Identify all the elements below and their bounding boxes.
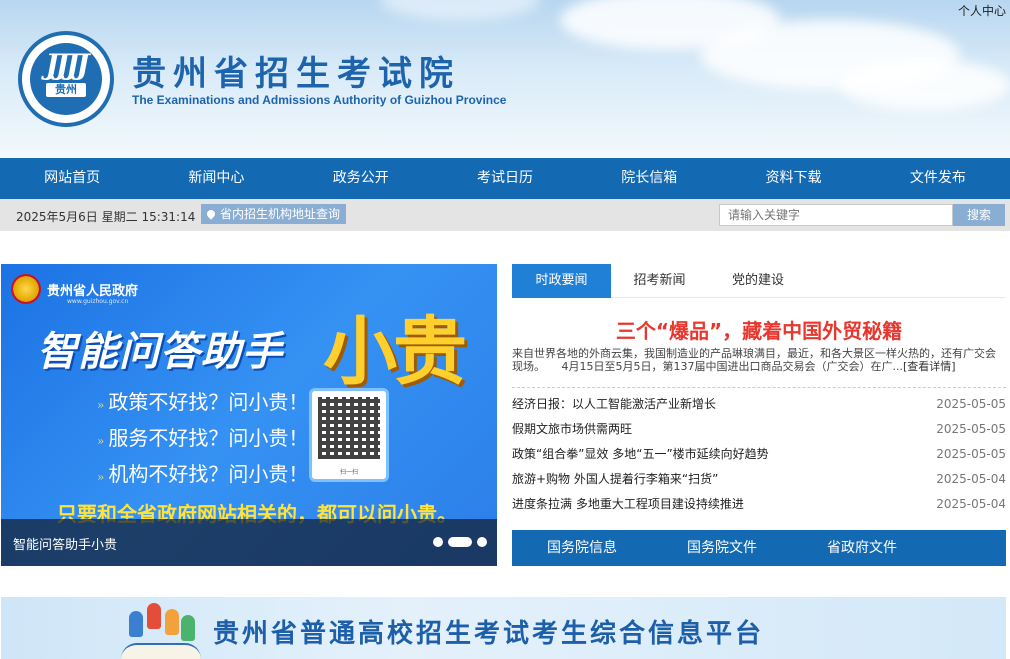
current-datetime: 2025年5月6日 星期二 15:31:14 bbox=[16, 210, 196, 224]
double-arrow-icon: » bbox=[97, 470, 105, 484]
open-book-icon bbox=[121, 643, 201, 659]
news-item-title[interactable]: 旅游+购物 外国人提着行李箱来“扫货” bbox=[512, 467, 718, 492]
news-item-title[interactable]: 经济日报：以人工智能激活产业新增长 bbox=[512, 392, 716, 417]
logo-emblem: JJJJ 贵州 bbox=[30, 43, 102, 115]
logo-mark-icon: JJJJ bbox=[45, 48, 90, 81]
news-item-date: 2025-05-04 bbox=[936, 497, 1006, 511]
cloud-decoration bbox=[380, 0, 540, 20]
carousel-dot-active[interactable] bbox=[448, 537, 472, 547]
info-bar: 2025年5月6日 星期二 15:31:14 省内招生机构地址查询 搜索 bbox=[0, 199, 1010, 231]
locate-label: 省内招生机构地址查询 bbox=[220, 207, 341, 221]
tab-admission-news[interactable]: 招考新闻 bbox=[611, 264, 708, 298]
site-title: 贵州省招生考试院 bbox=[132, 54, 460, 94]
site-subtitle: The Examinations and Admissions Authorit… bbox=[132, 93, 507, 107]
nav-item-director-mailbox[interactable]: 院长信箱 bbox=[577, 158, 721, 199]
state-council-info-link[interactable]: 国务院信息 bbox=[512, 530, 652, 566]
students-illustration-icon bbox=[121, 601, 201, 659]
read-more-link[interactable]: [查看详情] bbox=[903, 360, 956, 373]
news-tabs: 时政要闻 招考新闻 党的建设 bbox=[512, 264, 1006, 298]
qr-code-card: 扫一扫 bbox=[309, 388, 389, 482]
nav-item-exam-calendar[interactable]: 考试日历 bbox=[433, 158, 577, 199]
provincial-gov-docs-link[interactable]: 省政府文件 bbox=[792, 530, 932, 566]
search-input[interactable] bbox=[719, 204, 953, 226]
banner-line: » 政策不好找？问小贵！ bbox=[97, 386, 308, 415]
student-figure-icon bbox=[129, 611, 143, 637]
search-button[interactable]: 搜索 bbox=[953, 204, 1005, 226]
national-emblem-icon bbox=[11, 274, 41, 304]
banner-carousel[interactable]: 贵州省人民政府 www.guizhou.gov.cn 智能问答助手 小贵 » 政策… bbox=[1, 264, 497, 566]
news-list: 经济日报：以人工智能激活产业新增长 2025-05-05 假期文旅市场供需两旺 … bbox=[512, 392, 1006, 517]
nav-item-home[interactable]: 网站首页 bbox=[0, 158, 144, 199]
carousel-dots bbox=[433, 537, 487, 547]
news-headline[interactable]: 三个“爆品”，藏着中国外贸秘籍 bbox=[512, 315, 1006, 344]
cloud-decoration bbox=[840, 60, 1010, 110]
carousel-dot[interactable] bbox=[477, 537, 487, 547]
news-item-date: 2025-05-05 bbox=[936, 447, 1006, 461]
state-council-docs-link[interactable]: 国务院文件 bbox=[652, 530, 792, 566]
double-arrow-icon: » bbox=[97, 434, 105, 448]
nav-item-gov-affairs[interactable]: 政务公开 bbox=[289, 158, 433, 199]
news-item-title[interactable]: 假期文旅市场供需两旺 bbox=[512, 417, 632, 442]
carousel-dot[interactable] bbox=[433, 537, 443, 547]
quick-links-bar: 国务院信息 国务院文件 省政府文件 bbox=[512, 530, 1006, 566]
news-panel: 时政要闻 招考新闻 党的建设 三个“爆品”，藏着中国外贸秘籍 来自世界各地的外商… bbox=[512, 264, 1006, 566]
logo-text: 贵州 bbox=[46, 83, 86, 97]
list-item: 进度条拉满 多地重大工程项目建设持续推进 2025-05-04 bbox=[512, 492, 1006, 517]
student-figure-icon bbox=[181, 615, 195, 641]
platform-title: 贵州省普通高校招生考试考生综合信息平台 bbox=[213, 619, 765, 649]
candidate-platform-banner[interactable]: 贵州省普通高校招生考试考生综合信息平台 bbox=[1, 597, 1006, 659]
banner-caption-bar: 智能问答助手小贵 bbox=[1, 519, 497, 566]
double-arrow-icon: » bbox=[97, 398, 105, 412]
tab-party-building[interactable]: 党的建设 bbox=[708, 264, 808, 298]
list-item: 假期文旅市场供需两旺 2025-05-05 bbox=[512, 417, 1006, 442]
gov-url: www.guizhou.gov.cn bbox=[67, 298, 129, 305]
list-item: 经济日报：以人工智能激活产业新增长 2025-05-05 bbox=[512, 392, 1006, 417]
qr-code-icon bbox=[318, 397, 380, 459]
banner-caption[interactable]: 智能问答助手小贵 bbox=[13, 534, 117, 553]
user-center-link[interactable]: 个人中心 bbox=[958, 2, 1006, 19]
news-item-title[interactable]: 政策“组合拳”显效 多地“五一”楼市延续向好趋势 bbox=[512, 442, 769, 467]
banner-line: » 机构不好找？问小贵！ bbox=[97, 458, 308, 487]
banner-title: 智能问答助手 bbox=[37, 329, 283, 375]
news-item-title[interactable]: 进度条拉满 多地重大工程项目建设持续推进 bbox=[512, 492, 744, 517]
nav-item-documents[interactable]: 文件发布 bbox=[866, 158, 1010, 199]
student-figure-icon bbox=[147, 603, 161, 629]
news-summary: 来自世界各地的外商云集，我国制造业的产品琳琅满目，最近，和各大景区一样火热的，还… bbox=[512, 347, 1006, 373]
site-logo[interactable]: JJJJ 贵州 bbox=[18, 31, 114, 127]
banner-line: » 服务不好找？问小贵！ bbox=[97, 422, 308, 451]
banner-line-text: 政策不好找？问小贵！ bbox=[108, 390, 309, 414]
nav-item-downloads[interactable]: 资料下载 bbox=[721, 158, 865, 199]
list-item: 旅游+购物 外国人提着行李箱来“扫货” 2025-05-04 bbox=[512, 467, 1006, 492]
banner-line-text: 机构不好找？问小贵！ bbox=[108, 462, 309, 486]
list-item: 政策“组合拳”显效 多地“五一”楼市延续向好趋势 2025-05-05 bbox=[512, 442, 1006, 467]
news-item-date: 2025-05-05 bbox=[936, 397, 1006, 411]
qr-label: 扫一扫 bbox=[339, 469, 358, 476]
student-figure-icon bbox=[165, 609, 179, 635]
news-item-date: 2025-05-04 bbox=[936, 472, 1006, 486]
site-header: 个人中心 JJJJ 贵州 贵州省招生考试院 The Examinations a… bbox=[0, 0, 1010, 158]
nav-item-news[interactable]: 新闻中心 bbox=[144, 158, 288, 199]
location-pin-icon bbox=[205, 208, 217, 220]
news-item-date: 2025-05-05 bbox=[936, 422, 1006, 436]
divider bbox=[512, 387, 1006, 388]
banner-title-highlight: 小贵 bbox=[323, 309, 467, 395]
gov-name: 贵州省人民政府 bbox=[47, 284, 139, 299]
main-nav: 网站首页 新闻中心 政务公开 考试日历 院长信箱 资料下载 文件发布 bbox=[0, 158, 1010, 199]
institution-address-lookup-button[interactable]: 省内招生机构地址查询 bbox=[201, 204, 347, 224]
banner-line-text: 服务不好找？问小贵！ bbox=[108, 426, 309, 450]
tab-current-affairs[interactable]: 时政要闻 bbox=[512, 264, 611, 298]
